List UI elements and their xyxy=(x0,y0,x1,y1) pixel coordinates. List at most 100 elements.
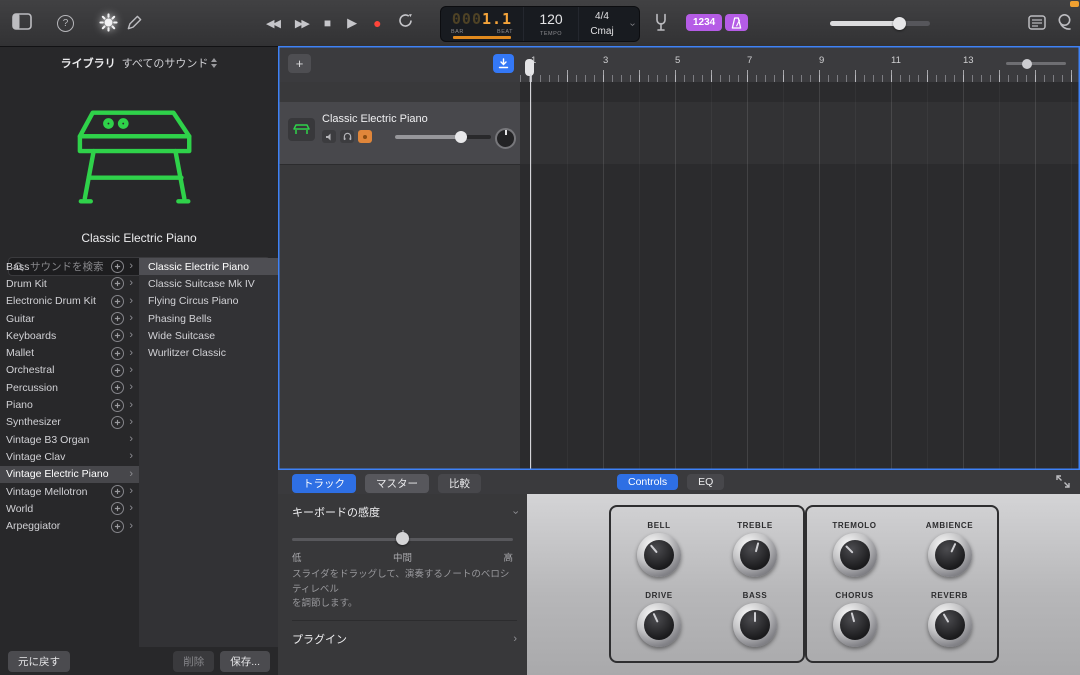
category-row[interactable]: Keyboards › xyxy=(0,327,139,344)
master-volume-slider[interactable] xyxy=(830,21,930,26)
category-row[interactable]: Vintage Mellotron › xyxy=(0,483,139,500)
add-circle-icon[interactable] xyxy=(111,295,124,308)
track-header[interactable]: Classic Electric Piano xyxy=(278,102,520,165)
add-circle-icon[interactable] xyxy=(111,416,124,429)
category-row[interactable]: Vintage B3 Organ › xyxy=(0,431,139,448)
rewind-button[interactable]: ◀◀ xyxy=(266,17,279,30)
chevron-right-icon: › xyxy=(129,382,133,393)
volume-knob[interactable] xyxy=(893,17,906,30)
metronome-button[interactable] xyxy=(725,14,748,31)
add-circle-icon[interactable] xyxy=(111,399,124,412)
plugins-section-row[interactable]: プラグイン › xyxy=(292,620,517,647)
sensitivity-slider[interactable] xyxy=(292,532,513,546)
knob[interactable] xyxy=(637,603,681,647)
category-row[interactable]: Mallet › xyxy=(0,344,139,361)
record-button[interactable]: ● xyxy=(373,15,381,31)
ruler[interactable]: 135791113 xyxy=(520,46,1080,82)
sensitivity-section-header[interactable]: キーボードの感度 › xyxy=(292,504,517,520)
category-row[interactable]: Vintage Electric Piano › xyxy=(0,466,139,483)
undo-button[interactable]: 元に戻す xyxy=(8,651,70,672)
add-circle-icon[interactable] xyxy=(111,502,124,515)
add-circle-icon[interactable] xyxy=(111,277,124,290)
knob[interactable] xyxy=(833,603,877,647)
delete-button[interactable]: 削除 xyxy=(173,651,214,672)
chevron-right-icon: › xyxy=(129,434,133,445)
knob[interactable] xyxy=(733,533,777,577)
catch-playhead-button[interactable] xyxy=(493,54,514,73)
category-row[interactable]: Piano › xyxy=(0,396,139,413)
stop-button[interactable]: ■ xyxy=(324,16,331,30)
category-row[interactable]: Orchestral › xyxy=(0,362,139,379)
forward-button[interactable]: ▶▶ xyxy=(295,17,308,30)
loop-browser-button[interactable] xyxy=(1056,13,1073,32)
category-label: Vintage Mellotron xyxy=(6,486,88,498)
solo-button[interactable] xyxy=(340,130,354,143)
track-volume-knob[interactable] xyxy=(455,131,467,143)
zoom-knob[interactable] xyxy=(1022,59,1032,69)
track-volume-slider[interactable] xyxy=(395,135,491,139)
tab-track[interactable]: トラック xyxy=(292,474,356,493)
chevron-down-icon[interactable]: › xyxy=(627,23,638,26)
zoom-slider[interactable] xyxy=(1006,62,1066,65)
smart-controls-button[interactable] xyxy=(99,13,118,32)
category-row[interactable]: Bass › xyxy=(0,258,139,275)
add-circle-icon[interactable] xyxy=(111,347,124,360)
lcd-key-signature[interactable]: 4/4 Cmaj › xyxy=(579,7,639,41)
add-track-button[interactable]: + xyxy=(288,54,311,73)
notepad-icon xyxy=(1028,15,1046,30)
category-row[interactable]: Vintage Clav › xyxy=(0,448,139,465)
cycle-button[interactable] xyxy=(398,13,414,33)
category-row[interactable]: Guitar › xyxy=(0,310,139,327)
patch-row[interactable]: Wide Suitcase xyxy=(139,327,278,344)
knob[interactable] xyxy=(637,533,681,577)
toolbar: ? ◀◀ ▶▶ ■ ▶ ● xyxy=(0,0,1080,47)
knob[interactable] xyxy=(928,533,972,577)
tuner-button[interactable] xyxy=(653,13,669,32)
add-circle-icon[interactable] xyxy=(111,260,124,273)
slider-knob[interactable] xyxy=(396,532,409,545)
mute-button[interactable] xyxy=(322,130,336,143)
add-circle-icon[interactable] xyxy=(111,381,124,394)
patch-row[interactable]: Classic Electric Piano xyxy=(139,258,278,275)
track-lane[interactable] xyxy=(520,102,1080,164)
lcd-tempo[interactable]: 120 TEMPO xyxy=(524,7,579,41)
patch-row[interactable]: Phasing Bells xyxy=(139,310,278,327)
pan-knob[interactable] xyxy=(495,128,516,149)
add-circle-icon[interactable] xyxy=(111,364,124,377)
add-circle-icon[interactable] xyxy=(111,485,124,498)
knob[interactable] xyxy=(733,603,777,647)
patch-list: Classic Electric Piano Classic Suitcase … xyxy=(139,258,278,647)
patch-row[interactable]: Wurlitzer Classic xyxy=(139,344,278,361)
library-toggle-button[interactable] xyxy=(12,13,32,30)
input-monitoring-button[interactable] xyxy=(358,130,372,143)
tab-eq[interactable]: EQ xyxy=(687,474,724,490)
expand-panel-button[interactable] xyxy=(1056,475,1070,493)
add-circle-icon[interactable] xyxy=(111,329,124,342)
patch-row[interactable]: Classic Suitcase Mk IV xyxy=(139,275,278,292)
category-row[interactable]: Electronic Drum Kit › xyxy=(0,293,139,310)
patch-row[interactable]: Flying Circus Piano xyxy=(139,293,278,310)
play-button[interactable]: ▶ xyxy=(347,15,357,31)
tab-controls[interactable]: Controls xyxy=(617,474,678,490)
category-row[interactable]: Drum Kit › xyxy=(0,275,139,292)
category-label: World xyxy=(6,503,33,515)
notepad-button[interactable] xyxy=(1028,15,1046,30)
editors-button[interactable] xyxy=(126,14,143,31)
tuning-fork-icon xyxy=(653,13,669,32)
knob[interactable] xyxy=(928,603,972,647)
add-circle-icon[interactable] xyxy=(111,520,124,533)
category-row[interactable]: World › xyxy=(0,500,139,517)
category-row[interactable]: Arpeggiator › xyxy=(0,517,139,534)
save-button[interactable]: 保存... xyxy=(220,651,270,672)
knob[interactable] xyxy=(833,533,877,577)
count-in-button[interactable]: 1234 xyxy=(686,14,722,31)
tab-master[interactable]: マスター xyxy=(365,474,429,493)
label-mid: 中間 xyxy=(393,550,412,564)
tab-compare[interactable]: 比較 xyxy=(438,474,481,493)
add-circle-icon[interactable] xyxy=(111,312,124,325)
category-row[interactable]: Synthesizer › xyxy=(0,414,139,431)
category-row[interactable]: Percussion › xyxy=(0,379,139,396)
sound-filter-dropdown[interactable]: すべてのサウンド xyxy=(122,55,218,71)
lcd-display[interactable]: 0001.1 BARBEAT 120 TEMPO 4/4 Cmaj › xyxy=(440,6,640,42)
quick-help-button[interactable]: ? xyxy=(57,15,74,32)
